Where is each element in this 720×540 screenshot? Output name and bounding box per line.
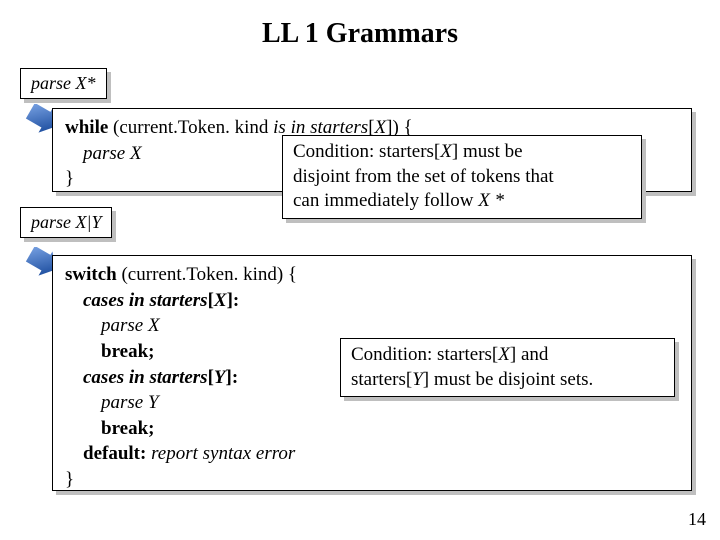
text: can immediately follow [293, 190, 478, 211]
code-line: switch (current.Token. kind) { [65, 262, 679, 288]
code-line: parse X [65, 313, 679, 339]
code-line: cases in starters[X]: [65, 288, 679, 314]
label-parse-x-or-y-text: parse X|Y [31, 212, 101, 232]
note-condition-1: Condition: starters[X] must be disjoint … [282, 135, 642, 219]
text: X * [478, 190, 504, 211]
note-condition-2: Condition: starters[X] and starters[Y] m… [340, 338, 675, 397]
page-number: 14 [688, 509, 706, 530]
text: ] [510, 344, 521, 365]
note-line: starters[Y] must be disjoint sets. [351, 368, 664, 393]
text: (current.Token. kind) { [117, 264, 297, 285]
text: Condition: [293, 141, 379, 162]
text: starters [379, 141, 434, 162]
text: cases in starters [83, 290, 208, 311]
kw-while: while [65, 117, 108, 138]
text: report syntax error [151, 443, 295, 464]
text: X [440, 141, 452, 162]
text: and [521, 344, 548, 365]
text: ]: [227, 290, 240, 311]
label-parse-x-star: parse X* [20, 68, 107, 99]
text: ] [423, 369, 434, 390]
code-line: } [65, 467, 679, 493]
text: starters [351, 369, 406, 390]
note-line: Condition: starters[X] and [351, 343, 664, 368]
text: must be disjoint sets. [434, 369, 593, 390]
note-line: can immediately follow X * [293, 189, 631, 214]
text: ] [452, 141, 463, 162]
code-line: default: report syntax error [65, 441, 679, 467]
text: default: [83, 443, 151, 464]
text: Condition: [351, 344, 437, 365]
text: starters [437, 344, 492, 365]
text: X [214, 290, 227, 311]
text: Y [412, 369, 423, 390]
text: must be [463, 141, 523, 162]
note-line: Condition: starters[X] must be [293, 140, 631, 165]
text: (current.Token. kind [108, 117, 273, 138]
text: Y [214, 367, 226, 388]
text: ]: [226, 367, 239, 388]
label-parse-x-or-y: parse X|Y [20, 207, 112, 238]
code-line: break; [65, 416, 679, 442]
kw-switch: switch [65, 264, 117, 285]
note-line: disjoint from the set of tokens that [293, 165, 631, 190]
label-parse-x-star-text: parse X* [31, 73, 96, 93]
page-title: LL 1 Grammars [0, 0, 720, 58]
text: X [498, 344, 510, 365]
text: cases in starters [83, 367, 208, 388]
